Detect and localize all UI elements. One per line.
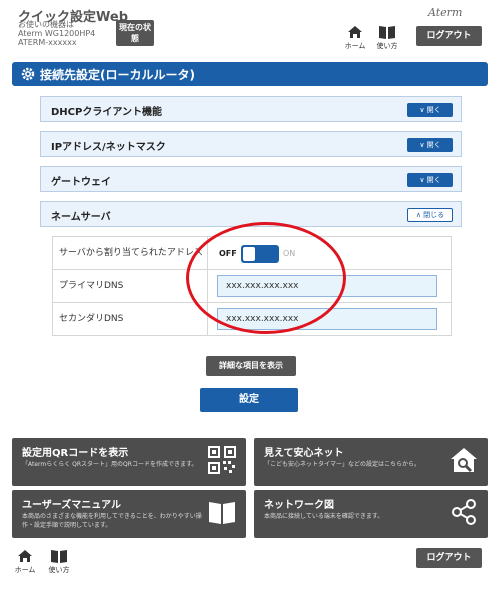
logout-button[interactable]: ログアウト — [416, 26, 482, 46]
device-label: お使いの機器は — [18, 20, 74, 29]
switch-off-label: OFF — [219, 249, 237, 258]
user-manual-tile[interactable]: ユーザーズマニュアル 本商品のさまざまな機能を利用してできることを、わかりやすい… — [12, 490, 246, 538]
open-button[interactable]: ∨ 開く — [407, 138, 453, 152]
accordion-gateway[interactable]: ゲートウェイ ∨ 開く — [40, 166, 462, 192]
qr-code-icon — [208, 446, 236, 474]
accordion-label: DHCPクライアント機能 — [51, 107, 162, 118]
open-label: 開く — [426, 141, 441, 149]
current-status-button[interactable]: 現在の状態 — [116, 20, 154, 46]
home-icon — [18, 550, 32, 562]
house-search-icon — [451, 448, 477, 473]
primary-dns-label: プライマリDNS — [53, 270, 208, 302]
accordion-name-server[interactable]: ネームサーバ ∧ 閉じる — [40, 201, 462, 227]
primary-dns-field[interactable]: xxx.xxx.xxx.xxx — [217, 275, 437, 297]
home-button[interactable]: ホーム — [344, 24, 366, 51]
close-button[interactable]: ∧ 閉じる — [407, 208, 453, 222]
chevron-down-icon: ∨ — [419, 176, 427, 184]
book-icon — [209, 502, 235, 524]
switch-on-label: ON — [283, 249, 296, 258]
switch-knob[interactable] — [243, 247, 255, 261]
accordion-label: IPアドレス/ネットマスク — [51, 142, 166, 153]
qr-code-tile[interactable]: 設定用QRコードを表示 「Atermらくらく QRスタート」用のQRコードを作成… — [12, 438, 246, 486]
help-label: 使い方 — [376, 42, 398, 50]
accordion-label: ネームサーバ — [51, 212, 111, 223]
accordion-label: ゲートウェイ — [51, 177, 111, 188]
chevron-down-icon: ∨ — [419, 106, 427, 114]
table-row: サーバから割り当てられたアドレス OFF ON — [52, 236, 452, 270]
section-title-bar: 接続先設定(ローカルルータ) — [12, 62, 488, 86]
table-row: プライマリDNS xxx.xxx.xxx.xxx — [52, 269, 452, 303]
secondary-dns-label: セカンダリDNS — [53, 303, 208, 335]
help-button[interactable]: 使い方 — [376, 24, 398, 51]
chevron-down-icon: ∨ — [419, 141, 427, 149]
tile-title: 見えて安心ネット — [264, 448, 344, 459]
secondary-dns-field[interactable]: xxx.xxx.xxx.xxx — [217, 308, 437, 330]
tile-description: 「こども安心ネットタイマー」などの設定はこちらから。 — [264, 461, 421, 468]
accordion-ip-netmask[interactable]: IPアドレス/ネットマスク ∨ 開く — [40, 131, 462, 157]
tile-title: 設定用QRコードを表示 — [22, 448, 129, 459]
open-button[interactable]: ∨ 開く — [407, 173, 453, 187]
tile-description: 「Atermらくらく QRスタート」用のQRコードを作成できます。 — [22, 461, 198, 468]
close-label: 閉じる — [423, 211, 445, 219]
home-label: ホーム — [14, 566, 36, 574]
open-button[interactable]: ∨ 開く — [407, 103, 453, 117]
table-row: セカンダリDNS xxx.xxx.xxx.xxx — [52, 302, 452, 336]
show-details-button[interactable]: 詳細な項目を表示 — [206, 356, 296, 376]
gear-icon — [21, 67, 35, 81]
auto-assign-label: サーバから割り当てられたアドレス — [53, 237, 208, 269]
footer-home-button[interactable]: ホーム — [14, 548, 36, 575]
help-label: 使い方 — [48, 566, 70, 574]
home-icon — [348, 26, 362, 38]
home-label: ホーム — [344, 42, 366, 50]
device-id: ATERM-xxxxxx — [18, 38, 77, 47]
share-network-icon — [452, 499, 476, 525]
safe-net-tile[interactable]: 見えて安心ネット 「こども安心ネットタイマー」などの設定はこちらから。 — [254, 438, 488, 486]
tile-title: ネットワーク図 — [264, 500, 334, 511]
device-model: Aterm WG1200HP4 — [18, 29, 96, 38]
section-title: 接続先設定(ローカルルータ) — [40, 68, 195, 82]
open-label: 開く — [426, 106, 441, 114]
footer-logout-button[interactable]: ログアウト — [416, 548, 482, 568]
brand-logo: Aterm — [428, 6, 463, 19]
footer-help-button[interactable]: 使い方 — [48, 548, 70, 575]
tile-title: ユーザーズマニュアル — [22, 500, 121, 511]
network-map-tile[interactable]: ネットワーク図 本商品に接続している端末を確認できます。 — [254, 490, 488, 538]
header: クイック設定Web お使いの機器は Aterm WG1200HP4 ATERM-… — [0, 0, 500, 52]
open-label: 開く — [426, 176, 441, 184]
book-icon — [379, 26, 395, 39]
book-icon — [51, 550, 67, 563]
accordion-dhcp-client[interactable]: DHCPクライアント機能 ∨ 開く — [40, 96, 462, 122]
tile-description: 本商品のさまざまな機能を利用してできることを、わかりやすい操作・設定手順で説明し… — [22, 513, 202, 529]
submit-button[interactable]: 設定 — [200, 388, 298, 412]
tile-description: 本商品に接続している端末を確認できます。 — [264, 513, 384, 520]
